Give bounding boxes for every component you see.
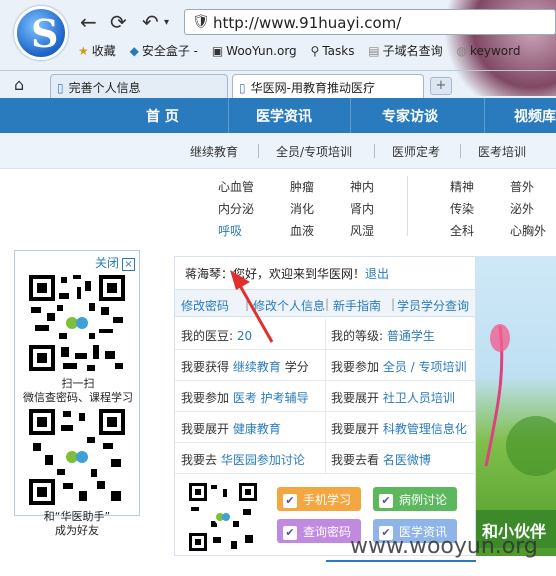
dept-divider <box>407 176 408 236</box>
annotation-arrow-icon <box>230 270 274 343</box>
box-icon: ◆ <box>129 44 139 58</box>
watermark-text: www.wooyun.org <box>350 534 538 559</box>
new-tab-button[interactable]: + <box>430 77 452 95</box>
folder-icon: ▤ <box>368 44 380 58</box>
info-row: 我的医豆: 20 我的等级: 普通学生 <box>175 319 475 350</box>
banner-decoration <box>484 324 556 476</box>
pill-query-password[interactable]: ✔ 查询密码 <box>277 519 361 543</box>
pill-case-discussion[interactable]: ✔ 病例讨论 <box>373 487 457 511</box>
nav-videos[interactable]: 视频库 <box>514 106 556 126</box>
user-panel: 蒋海琴：您好，欢迎来到华医网！退出 修改密码 | 修改个人信息 | 新手指南 |… <box>174 256 476 556</box>
dept-link[interactable]: 全科 <box>450 222 474 239</box>
check-icon: ✔ <box>283 494 297 508</box>
username: 蒋海琴 <box>185 267 222 281</box>
qr-caption: 微信查密码、课程学习 <box>23 391 133 404</box>
row-link[interactable]: 科教管理信息化 <box>383 422 467 436</box>
search-icon: ⚲ <box>310 44 320 58</box>
bookmark-item[interactable]: ★ 收藏 <box>78 42 116 59</box>
quick-links: 修改密码 | 修改个人信息 | 新手指南 | 学员学分查询 <box>175 289 475 317</box>
credit-query-link[interactable]: 学员学分查询 <box>397 297 469 314</box>
close-icon[interactable]: × <box>122 258 135 271</box>
refresh-icon[interactable]: ⟳ <box>110 10 127 34</box>
browser-chrome: S ← ⟳ ↶ ▾ 🛡 http://www.91huayi.com/ ★ 收藏 … <box>0 0 556 99</box>
dept-link[interactable]: 消化 <box>290 200 314 217</box>
dept-link[interactable]: 心胸外 <box>510 222 546 239</box>
bookmark-item[interactable]: ◍ keyword <box>456 44 520 58</box>
page-icon: ▯ <box>57 81 64 95</box>
qr-caption: 成为好友 <box>55 524 99 537</box>
nav-news[interactable]: 医学资讯 <box>256 106 312 126</box>
page-icon: ▯ <box>239 81 246 95</box>
main-nav: 首 页 医学资讯 专家访谈 视频库 <box>0 98 556 133</box>
qr-code-assistant <box>27 407 127 507</box>
dept-link[interactable]: 普外 <box>510 178 534 195</box>
row-link[interactable]: 继续教育 <box>233 360 281 374</box>
shield-icon: 🛡 <box>192 14 210 30</box>
browser-logo[interactable]: S <box>14 6 68 60</box>
row-link[interactable]: 社卫人员培训 <box>383 391 455 405</box>
dept-link[interactable]: 精神 <box>450 178 474 195</box>
bookmark-item[interactable]: ▣ WooYun.org <box>212 44 297 58</box>
bottom-divider <box>326 560 476 576</box>
guide-link[interactable]: 新手指南 <box>333 297 381 314</box>
tab-strip: ⌂ ▯ 完善个人信息 ▯ 华医网-用教育推动医疗 + <box>0 70 556 99</box>
logout-link[interactable]: 退出 <box>365 267 389 281</box>
subnav-training[interactable]: 全员/专项培训 <box>276 143 352 160</box>
row-link[interactable]: 健康教育 <box>233 422 281 436</box>
dept-link[interactable]: 心血管 <box>218 178 254 195</box>
back-icon[interactable]: ← <box>80 10 97 34</box>
info-row: 我要参加 医考 护考辅导 我要展开 社卫人员培训 <box>175 381 475 412</box>
nav-home[interactable]: 首 页 <box>146 106 179 126</box>
wooyun-icon: ▣ <box>211 44 224 58</box>
star-icon: ★ <box>78 44 89 58</box>
dept-link[interactable]: 风湿 <box>350 222 374 239</box>
row-link[interactable]: 名医微博 <box>383 453 431 467</box>
info-row: 我要展开 健康教育 我要展开 科教管理信息化 <box>175 412 475 443</box>
row-link[interactable]: 普通学生 <box>387 329 435 343</box>
globe-icon: ◍ <box>456 44 467 58</box>
tab-huayi[interactable]: ▯ 华医网-用教育推动医疗 <box>232 74 424 99</box>
bookmark-item[interactable]: ▤ 子域名查询 <box>368 42 442 59</box>
dept-link[interactable]: 泌外 <box>510 200 534 217</box>
dept-link[interactable]: 神内 <box>350 178 374 195</box>
home-icon[interactable]: ⌂ <box>14 75 24 94</box>
info-row: 我要获得 继续教育 学分 我要参加 全员 / 专项培训 <box>175 350 475 381</box>
promo-banner[interactable]: 和小伙伴 <box>476 256 556 556</box>
close-button[interactable]: 关闭 × <box>95 254 135 271</box>
tab-profile[interactable]: ▯ 完善个人信息 <box>50 74 228 99</box>
dept-link[interactable]: 呼吸 <box>218 222 242 239</box>
row-link[interactable]: 全员 / 专项培训 <box>383 360 467 374</box>
qr-code-app <box>187 481 259 553</box>
row-link[interactable]: 华医园参加讨论 <box>221 453 305 467</box>
subnav-cme[interactable]: 继续教育 <box>190 143 238 160</box>
sub-nav: 继续教育 全员/专项培训 医师定考 医考培训 <box>0 133 556 169</box>
info-row: 我要去 华医园参加讨论 我要去看 名医微博 <box>175 443 475 474</box>
bookmark-item[interactable]: ◆ 安全盒子 - <box>130 42 198 59</box>
address-bar[interactable]: 🛡 http://www.91huayi.com/ <box>184 9 556 35</box>
nav-interviews[interactable]: 专家访谈 <box>382 106 438 126</box>
chevron-down-icon[interactable]: ▾ <box>164 17 169 28</box>
dept-link[interactable]: 肿瘤 <box>290 178 314 195</box>
row-link[interactable]: 医考 护考辅导 <box>233 391 309 405</box>
qr-panel: 关闭 × 扫一扫 微信查密码、课程学习 <box>14 250 140 516</box>
bookmarks-bar: ★ 收藏 ◆ 安全盒子 - ▣ WooYun.org ⚲ Tasks ▤ 子域名查询 ◍ k… <box>78 42 556 64</box>
bookmark-item[interactable]: ⚲ Tasks <box>311 44 355 58</box>
subnav-exam[interactable]: 医师定考 <box>392 143 440 160</box>
subnav-kaopei[interactable]: 医考培训 <box>478 143 526 160</box>
qr-code-wechat <box>27 273 127 373</box>
check-icon: ✔ <box>283 526 297 540</box>
change-password-link[interactable]: 修改密码 <box>181 297 229 314</box>
url-text[interactable]: http://www.91huayi.com/ <box>213 14 401 32</box>
check-icon: ✔ <box>379 494 393 508</box>
dept-link[interactable]: 内分泌 <box>218 200 254 217</box>
dept-link[interactable]: 肾内 <box>350 200 374 217</box>
undo-icon[interactable]: ↶ <box>142 10 159 34</box>
dept-link[interactable]: 血液 <box>290 222 314 239</box>
dept-link[interactable]: 传染 <box>450 200 474 217</box>
pill-mobile-study[interactable]: ✔ 手机学习 <box>277 487 361 511</box>
